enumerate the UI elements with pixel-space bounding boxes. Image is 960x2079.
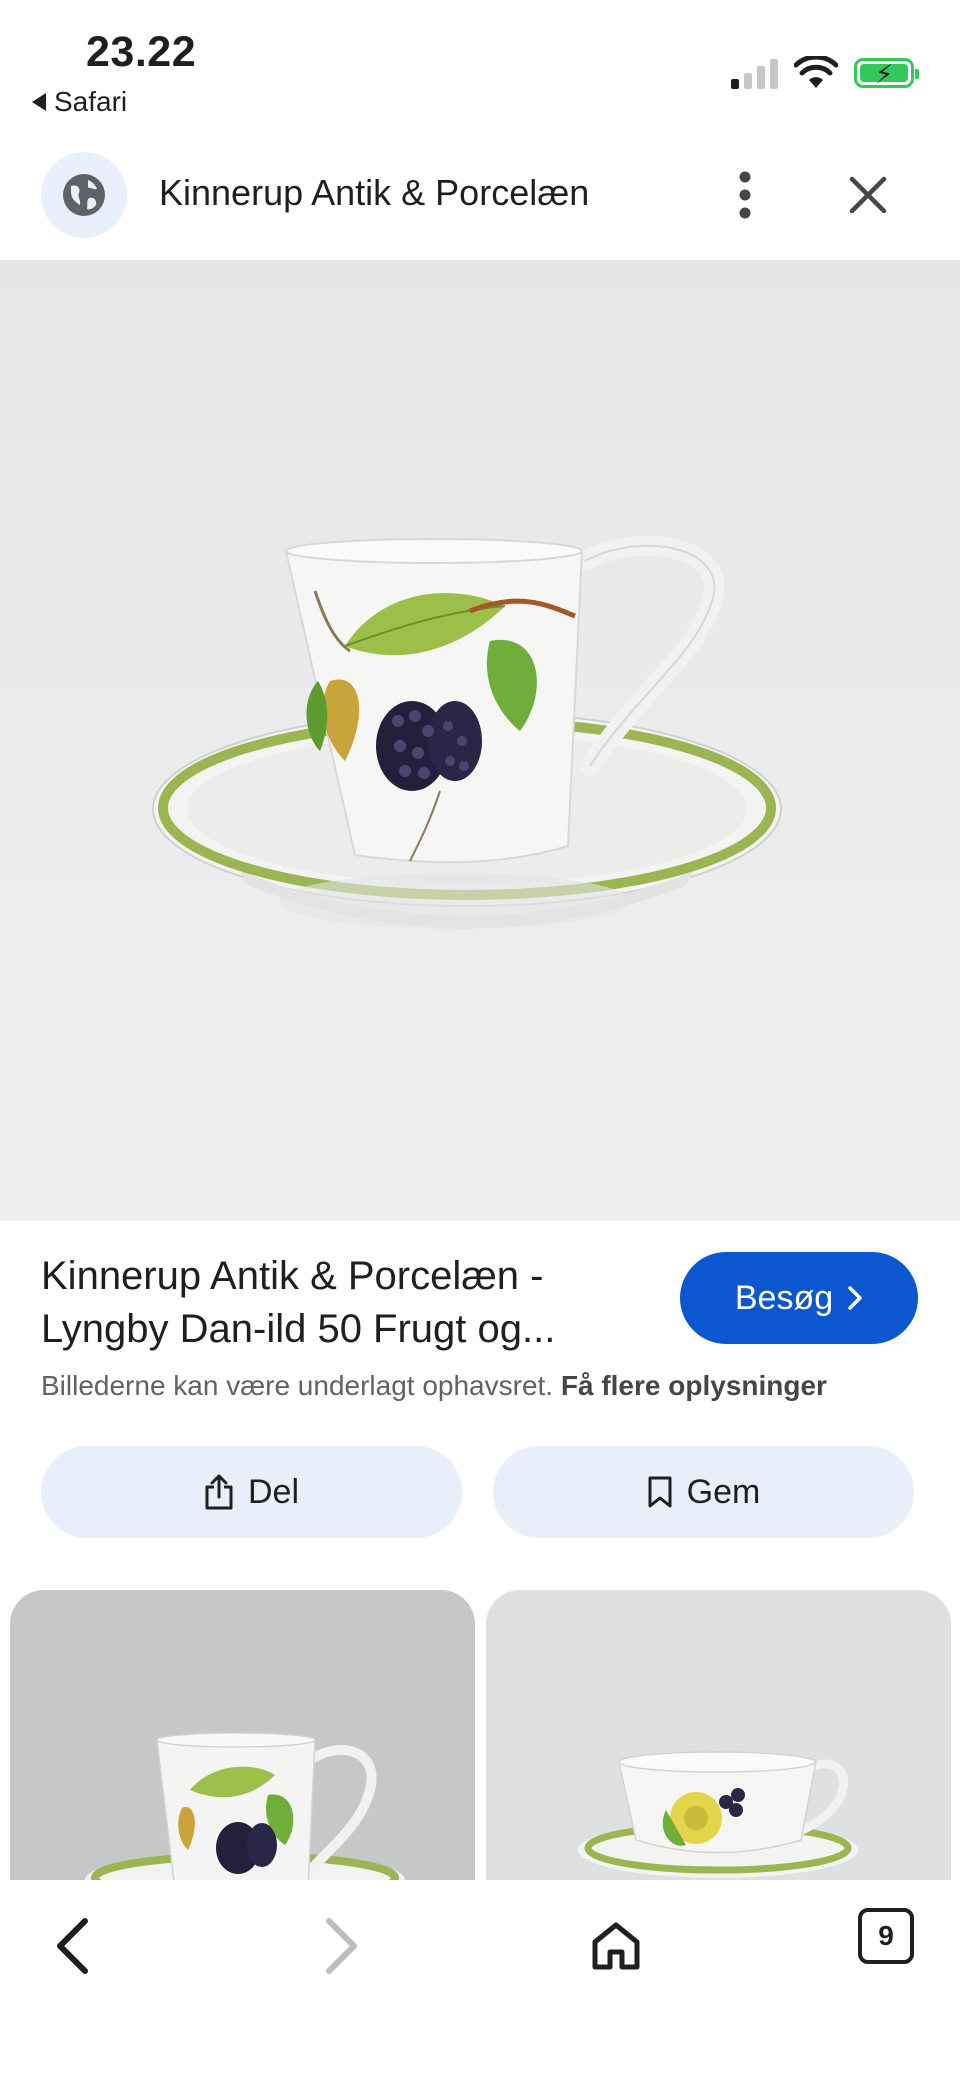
- cellular-signal-icon: [731, 57, 778, 89]
- back-app-label: Safari: [54, 86, 128, 117]
- cup-and-saucer-image: [152, 535, 782, 929]
- related-cup-image: [85, 1732, 405, 1880]
- page-title: Kinnerup Antik & Porcelæn: [159, 172, 590, 213]
- save-button[interactable]: Gem: [493, 1446, 914, 1538]
- home-icon: [592, 1922, 640, 1970]
- top-bar: Kinnerup Antik & Porcelæn: [0, 140, 960, 261]
- bottom-navigation-bar: 9: [0, 1880, 960, 2079]
- save-label: Gem: [686, 1472, 761, 1511]
- visit-button[interactable]: Besøg: [680, 1252, 918, 1344]
- chevron-right-icon: [848, 1286, 862, 1310]
- status-bar: 23.22 Safari ⚡: [0, 0, 960, 130]
- back-button[interactable]: [44, 1904, 100, 1988]
- close-icon: [849, 176, 887, 214]
- forward-button[interactable]: [314, 1904, 370, 1988]
- visit-button-label: Besøg: [734, 1278, 834, 1317]
- back-to-app-link[interactable]: Safari: [32, 86, 127, 118]
- bookmark-icon: [648, 1476, 672, 1508]
- copyright-text: Billederne kan være underlagt ophavsret.: [41, 1370, 554, 1401]
- tab-count: 9: [878, 1920, 894, 1951]
- wifi-icon: [794, 56, 838, 88]
- share-icon: [205, 1474, 233, 1510]
- globe-icon: [41, 152, 127, 238]
- status-icons: ⚡: [731, 56, 919, 90]
- related-image-thumbnail[interactable]: [486, 1590, 951, 1880]
- related-cup-image: [578, 1751, 858, 1878]
- related-image-thumbnail[interactable]: [10, 1590, 475, 1880]
- battery-charging-icon: ⚡: [854, 58, 919, 89]
- back-triangle-icon: [32, 93, 46, 111]
- share-label: Del: [247, 1472, 300, 1511]
- chevron-right-icon: [326, 1918, 357, 1974]
- home-button[interactable]: [584, 1904, 648, 1988]
- more-vert-icon: [739, 171, 751, 219]
- more-options-button[interactable]: [725, 162, 765, 228]
- share-button[interactable]: Del: [41, 1446, 462, 1538]
- status-time: 23.22: [86, 28, 197, 76]
- main-product-image[interactable]: [0, 261, 960, 1221]
- close-button[interactable]: [840, 164, 896, 226]
- more-info-link[interactable]: Få flere oplysninger: [561, 1370, 827, 1401]
- copyright-notice: Billederne kan være underlagt ophavsret.…: [41, 1370, 827, 1402]
- chevron-left-icon: [57, 1918, 88, 1974]
- tabs-button[interactable]: 9: [858, 1908, 914, 1964]
- result-title[interactable]: Kinnerup Antik & Porcelæn - Lyngby Dan-i…: [41, 1250, 641, 1356]
